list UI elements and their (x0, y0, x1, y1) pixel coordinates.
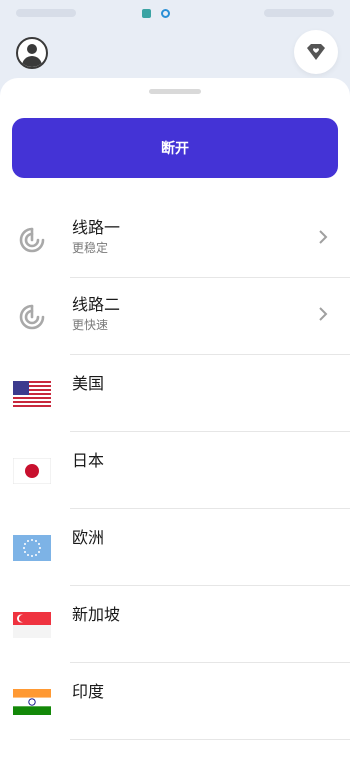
disconnect-button[interactable]: 断开 (12, 118, 338, 178)
signal-icon (12, 278, 52, 355)
bottom-sheet: 断开 线路一 更稳定 线路二 更快速 美国 日本 欧洲 新加坡 印度 (0, 78, 350, 758)
status-right (264, 9, 334, 17)
list-item[interactable]: 欧洲 (0, 509, 350, 586)
server-title: 美国 (72, 374, 105, 393)
status-blur (16, 9, 76, 17)
server-subtitle: 更快速 (72, 318, 109, 332)
drag-handle[interactable] (149, 89, 201, 94)
us-flag-icon (12, 355, 52, 432)
divider (70, 739, 350, 740)
status-left (16, 8, 170, 18)
top-bar (0, 30, 350, 74)
status-bar (0, 0, 350, 26)
sg-flag-icon (12, 586, 52, 663)
list-item[interactable]: 线路二 更快速 (0, 278, 350, 355)
server-title: 线路二 (72, 295, 121, 314)
chevron-right-icon (319, 307, 328, 321)
list-item[interactable]: 印度 (0, 663, 350, 740)
jp-flag-icon (12, 432, 52, 509)
list-item[interactable]: 线路一 更稳定 (0, 201, 350, 278)
list-item[interactable]: 新加坡 (0, 586, 350, 663)
server-subtitle: 更稳定 (72, 241, 109, 255)
signal-icon (12, 201, 52, 278)
sync-icon (161, 8, 170, 18)
diamond-heart-icon[interactable] (294, 30, 338, 74)
server-title: 新加坡 (72, 605, 121, 624)
in-flag-icon (12, 663, 52, 740)
server-list: 线路一 更稳定 线路二 更快速 美国 日本 欧洲 新加坡 印度 (0, 201, 350, 740)
list-item[interactable]: 日本 (0, 432, 350, 509)
server-title: 线路一 (72, 218, 121, 237)
app-notification-icon (142, 8, 151, 18)
server-title: 欧洲 (72, 528, 105, 547)
user-avatar-icon[interactable] (16, 37, 48, 69)
server-title: 印度 (72, 682, 105, 701)
chevron-right-icon (319, 230, 328, 244)
eu-flag-icon (12, 509, 52, 586)
list-item[interactable]: 美国 (0, 355, 350, 432)
server-title: 日本 (72, 451, 105, 470)
